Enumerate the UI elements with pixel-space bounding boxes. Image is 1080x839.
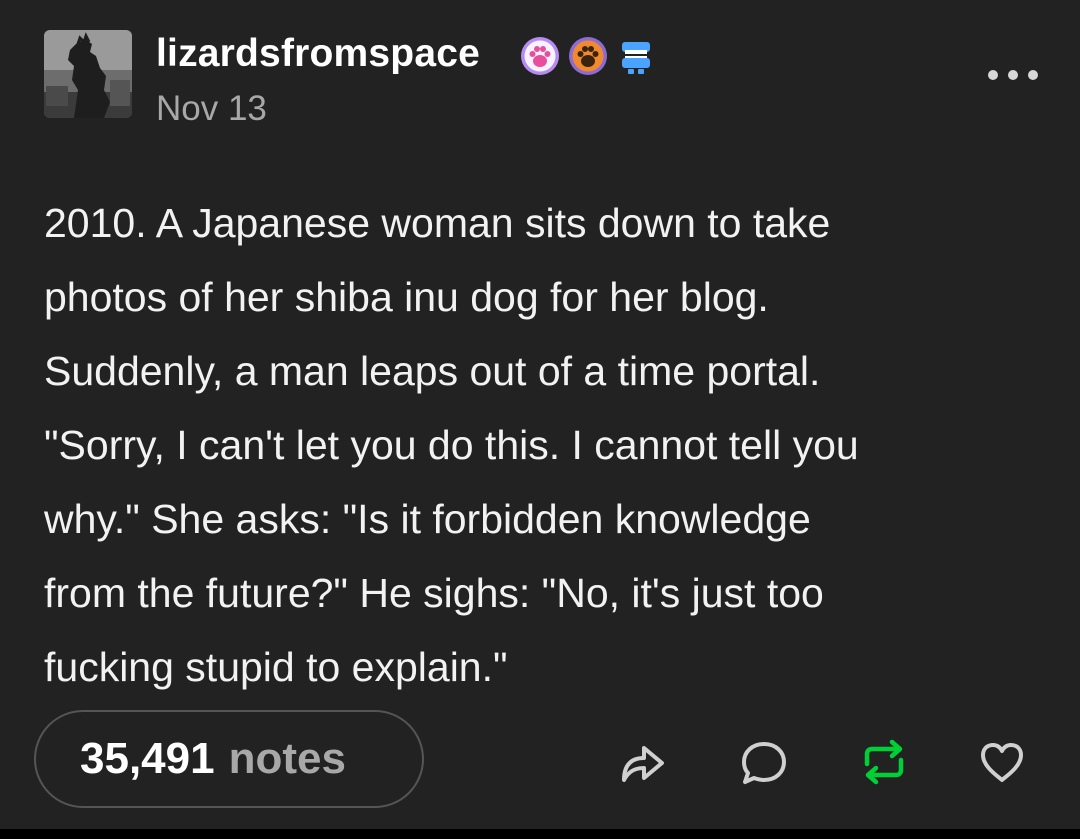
more-dot-icon — [1028, 70, 1038, 80]
notes-button[interactable]: 35,491 notes — [34, 710, 424, 808]
more-dot-icon — [988, 70, 998, 80]
notes-count: 35,491 — [80, 734, 215, 783]
share-icon — [622, 746, 664, 782]
post-date[interactable]: Nov 13 — [156, 88, 267, 130]
more-options-button[interactable] — [988, 62, 1038, 88]
avatar[interactable] — [44, 30, 132, 118]
reply-icon — [742, 742, 786, 784]
reply-button[interactable] — [736, 734, 792, 790]
reblog-icon — [864, 739, 904, 785]
username[interactable]: lizardsfromspace — [156, 30, 480, 78]
post-card: lizardsfromspace Nov 13 2010. A Japanese… — [0, 0, 1080, 839]
notes-label: notes — [228, 734, 346, 783]
more-dot-icon — [1008, 70, 1018, 80]
paw-badge-orange-icon[interactable] — [568, 36, 608, 76]
reblog-button[interactable] — [856, 734, 912, 790]
badges — [520, 34, 656, 78]
godzilla-avatar-icon — [44, 30, 132, 118]
bottom-divider — [0, 829, 1080, 839]
like-button[interactable] — [974, 734, 1030, 790]
paw-badge-purple-icon[interactable] — [520, 36, 560, 76]
share-button[interactable] — [614, 734, 670, 790]
chattering-teeth-badge-icon[interactable] — [616, 36, 656, 76]
post-body-text: 2010. A Japanese woman sits down to take… — [44, 200, 859, 690]
heart-icon — [981, 743, 1023, 782]
